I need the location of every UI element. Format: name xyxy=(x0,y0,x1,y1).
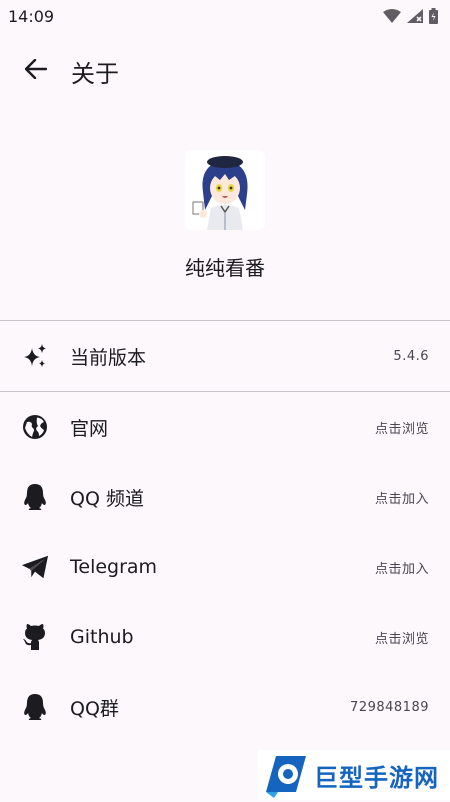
status-icons xyxy=(383,8,438,24)
back-button[interactable] xyxy=(22,57,50,85)
app-logo xyxy=(185,150,265,230)
qq-channel-action: 点击加入 xyxy=(374,491,429,507)
watermark-text: 巨型手游网 xyxy=(314,763,439,792)
version-row: 当前版本 5.4.6 xyxy=(0,321,450,391)
signal-icon xyxy=(407,9,423,23)
github-icon xyxy=(21,623,49,651)
telegram-action: 点击加入 xyxy=(374,561,429,577)
qq-icon xyxy=(21,483,49,511)
github-row[interactable]: Github 点击浏览 xyxy=(0,602,450,672)
app-bar: 关于 xyxy=(0,32,450,110)
app-header: 纯纯看番 xyxy=(0,110,450,320)
page-title: 关于 xyxy=(71,59,119,88)
qq-group-label: QQ群 xyxy=(70,697,119,720)
version-value: 5.4.6 xyxy=(393,348,429,364)
qq-group-number: 729848189 xyxy=(350,699,429,715)
qq-icon xyxy=(21,693,49,721)
telegram-icon xyxy=(21,553,49,581)
watermark: 巨型手游网 xyxy=(258,750,450,800)
website-row[interactable]: 官网 点击浏览 xyxy=(0,392,450,462)
status-time: 14:09 xyxy=(8,6,55,26)
watermark-logo-icon xyxy=(262,752,308,798)
website-label: 官网 xyxy=(70,417,109,440)
github-label: Github xyxy=(70,626,134,648)
status-bar: 14:09 xyxy=(0,0,450,32)
qq-group-row[interactable]: QQ群 729848189 xyxy=(0,672,450,742)
sparkle-icon xyxy=(21,342,49,370)
qq-channel-label: QQ 频道 xyxy=(70,487,144,510)
github-action: 点击浏览 xyxy=(374,631,429,647)
battery-icon xyxy=(429,8,438,24)
version-label: 当前版本 xyxy=(70,346,147,369)
globe-icon xyxy=(21,413,49,441)
arrow-back-icon xyxy=(24,58,48,83)
telegram-label: Telegram xyxy=(70,556,158,578)
website-action: 点击浏览 xyxy=(374,421,429,437)
telegram-row[interactable]: Telegram 点击加入 xyxy=(0,532,450,602)
wifi-icon xyxy=(383,9,401,23)
qq-channel-row[interactable]: QQ 频道 点击加入 xyxy=(0,462,450,532)
app-name: 纯纯看番 xyxy=(185,256,265,280)
